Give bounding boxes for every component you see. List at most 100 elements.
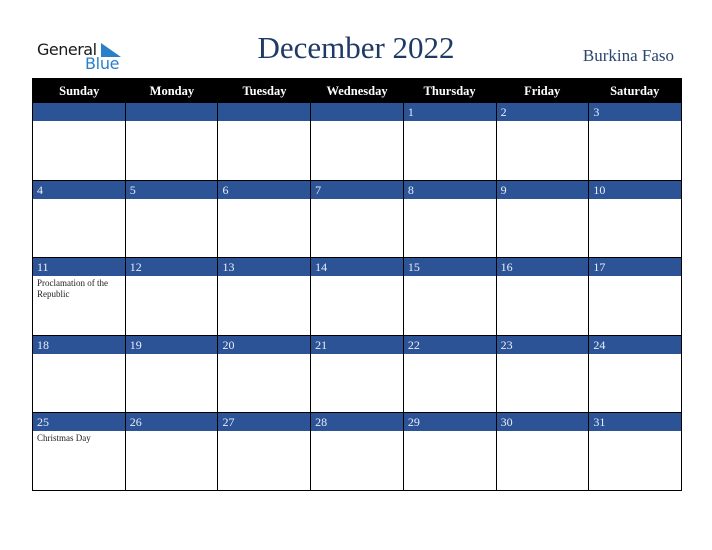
day-number [218,103,311,121]
day-cell[interactable]: 21 [311,335,404,413]
day-number: 1 [403,103,496,121]
day-number: 8 [403,180,496,199]
day-cell[interactable]: 16 [496,258,590,335]
holiday-label [126,199,214,203]
weekday-saturday: Saturday [610,84,660,98]
day-cell[interactable]: 1 [403,103,497,180]
day-cell[interactable] [218,103,312,180]
day-cell[interactable]: 17 [589,258,682,335]
day-cell[interactable] [311,103,404,180]
holiday-label [311,121,399,125]
day-cell[interactable]: 20 [218,335,312,413]
day-cell[interactable]: 9 [496,180,590,258]
holiday-label [404,354,492,358]
day-cell[interactable]: 12 [125,258,219,335]
day-number: 22 [403,335,496,354]
day-number: 11 [33,258,125,277]
weekday-header-row: Sunday Monday Tuesday Wednesday Thursday… [33,79,681,103]
day-cell[interactable]: 29 [403,413,497,490]
weeks-container: 1 2 3 4 5 6 7 8 9 10 11 Proclamation of the Republi… [33,103,682,490]
holiday-label [497,199,585,203]
day-cell[interactable]: 15 [403,258,497,335]
day-cell[interactable]: 2 [496,103,590,180]
day-number [33,103,125,121]
holiday-label [218,199,306,203]
holiday-label [589,431,677,435]
day-number: 20 [218,335,311,354]
weekday-sunday: Sunday [59,84,100,98]
day-number: 10 [589,180,682,199]
holiday-label [311,354,399,358]
holiday-label [589,276,677,280]
day-number [125,103,218,121]
day-cell[interactable]: 24 [589,335,682,413]
holiday-label [126,431,214,435]
day-cell[interactable]: 7 [311,180,404,258]
day-number: 27 [218,413,311,432]
holiday-label [33,199,121,203]
week-row: 11 Proclamation of the Republic 12 13 14 15 16… [33,257,682,335]
week-row: 4 5 6 7 8 9 10 [33,179,682,258]
holiday-label: Christmas Day [37,433,91,444]
holiday-label [589,354,677,358]
day-number: 21 [311,335,403,354]
day-number: 29 [403,413,496,432]
day-number: 6 [218,180,311,199]
holiday-label [218,431,306,435]
day-number: 17 [589,258,682,277]
holiday-label [404,276,492,280]
day-cell[interactable]: 23 [496,335,590,413]
holiday-label [218,276,306,280]
holiday-label [33,354,121,358]
day-cell[interactable] [125,103,219,180]
weekday-friday: Friday [524,84,561,98]
holiday-label [404,199,492,203]
day-cell[interactable]: 8 [403,180,497,258]
day-cell[interactable]: 25 Christmas Day [33,413,126,490]
day-cell[interactable]: 28 [311,413,404,490]
holiday-label [311,276,399,280]
weekday-monday: Monday [149,84,195,98]
day-cell[interactable]: 13 [218,258,312,335]
day-number: 14 [311,258,403,277]
weekday-wednesday: Wednesday [326,84,388,98]
day-number [311,103,403,121]
holiday-label [311,199,399,203]
day-cell[interactable]: 27 [218,413,312,490]
day-cell[interactable]: 30 [496,413,590,490]
weekday-thursday: Thursday [423,84,476,98]
day-number: 13 [218,258,311,277]
weekday-tuesday: Tuesday [242,84,287,98]
day-cell[interactable]: 11 Proclamation of the Republic [33,258,126,335]
day-number: 31 [589,413,682,432]
week-row: 18 19 20 21 22 23 24 [33,334,682,413]
holiday-label [33,121,121,125]
day-cell[interactable]: 19 [125,335,219,413]
day-cell[interactable]: 3 [589,103,682,180]
day-number: 25 [33,413,125,432]
day-cell[interactable]: 5 [125,180,219,258]
holiday-label [497,121,585,125]
holiday-label [218,354,306,358]
day-cell[interactable]: 14 [311,258,404,335]
day-cell[interactable]: 26 [125,413,219,490]
day-number: 3 [589,103,682,121]
day-cell[interactable]: 22 [403,335,497,413]
day-cell[interactable]: 18 [33,335,126,413]
day-number: 23 [496,335,589,354]
day-number: 18 [33,335,125,354]
week-row: 25 Christmas Day 26 27 28 29 30 31 [33,412,682,490]
day-cell[interactable]: 6 [218,180,312,258]
day-cell[interactable]: 10 [589,180,682,258]
day-number: 5 [125,180,218,199]
holiday-label [404,121,492,125]
holiday-label: Proclamation of the Republic [37,278,108,300]
day-cell[interactable]: 31 [589,413,682,490]
holiday-label [126,121,214,125]
day-cell[interactable]: 4 [33,180,126,258]
calendar-grid: Sunday Monday Tuesday Wednesday Thursday… [32,78,682,491]
day-cell[interactable] [33,103,126,180]
holiday-label [311,431,399,435]
day-number: 7 [311,180,403,199]
holiday-label [404,431,492,435]
